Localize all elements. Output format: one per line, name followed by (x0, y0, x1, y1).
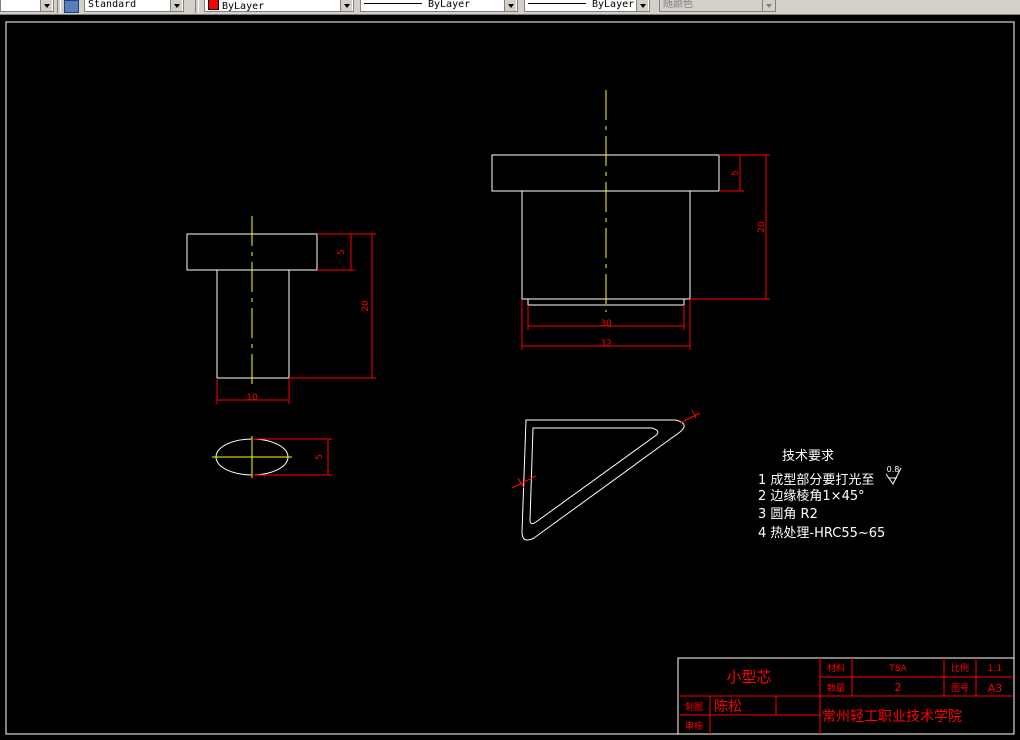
lineweight-dropdown[interactable]: ByLayer (524, 0, 650, 12)
color-value: ByLayer (222, 1, 265, 12)
drawing-canvas[interactable]: 5 20 10 5 5 20 30 32 技术要求 1 成型部分要打光至 0.8… (0, 15, 1020, 740)
small-shaft (216, 270, 290, 379)
drawing-border (5, 21, 1015, 735)
lineweight-value: ByLayer (592, 0, 635, 10)
tech-requirement-2: 2 边缘棱角1×45° (758, 488, 865, 504)
checked-label: 审核 (685, 720, 703, 732)
triangle-section-view (521, 419, 685, 541)
chevron-down-icon (340, 0, 352, 11)
properties-toolbar: Standard ByLayer ByLayer ByLayer 随颜色 (0, 0, 1020, 15)
color-dropdown[interactable]: ByLayer (204, 0, 354, 12)
dim-large-flange-thickness: 5 (731, 170, 741, 176)
quantity-value: 2 (895, 681, 902, 694)
lineweight-sample (528, 3, 586, 4)
chevron-down-icon (636, 0, 648, 11)
dim-small-total-height: 20 (361, 300, 371, 312)
triangle-chamfer-marks (511, 409, 701, 489)
drawn-label: 制图 (685, 701, 703, 713)
triangle-outer-outline (521, 419, 685, 541)
linetype-sample (364, 3, 422, 4)
plot-style-dropdown[interactable]: 随颜色 (659, 0, 776, 12)
dim-large-inner-width: 30 (600, 319, 612, 329)
plot-style-value: 随颜色 (663, 0, 693, 10)
dim-large-outer-width: 32 (600, 339, 611, 349)
tech-requirements-title: 技术要求 (782, 449, 834, 464)
chevron-down-icon (504, 0, 516, 11)
dim-small-flange-thickness: 5 (337, 249, 347, 255)
chevron-down-icon (170, 0, 182, 11)
roughness-value: 0.8 (887, 465, 900, 474)
triangle-inner-outline (529, 427, 659, 525)
scale-value: 1:1 (988, 664, 1002, 674)
sheet-value: A3 (988, 682, 1003, 695)
chevron-down-icon (40, 0, 52, 11)
text-style-value: Standard (88, 0, 137, 10)
chevron-down-icon (762, 0, 774, 11)
dim-large-total-height: 20 (757, 221, 767, 233)
material-label: 材料 (827, 662, 845, 674)
toolbar-separator (57, 0, 61, 13)
text-style-dropdown[interactable]: Standard (84, 0, 184, 12)
quantity-label: 数量 (827, 682, 845, 694)
previous-style-dropdown[interactable] (0, 0, 54, 12)
tech-requirement-1: 1 成型部分要打光至 (758, 473, 874, 488)
part-name: 小型芯 (726, 668, 771, 686)
dim-small-shaft-width: 10 (246, 393, 258, 403)
color-swatch-icon (208, 0, 219, 10)
large-core-dimensions (521, 154, 770, 350)
scale-label: 比例 (951, 662, 969, 674)
tech-requirement-3: 3 圆角 R2 (758, 507, 818, 522)
linetype-value: ByLayer (428, 0, 471, 10)
material-value: T8A (888, 664, 907, 674)
linetype-dropdown[interactable]: ByLayer (360, 0, 518, 12)
tech-requirement-4: 4 热处理-HRC55~65 (758, 526, 885, 541)
drawn-by: 陈松 (714, 698, 742, 715)
toolbar-separator (195, 0, 199, 13)
text-style-icon[interactable] (64, 0, 79, 13)
dim-ellipse-height: 5 (315, 454, 325, 460)
school-name: 常州轻工职业技术学院 (822, 709, 962, 725)
sheet-label: 图号 (951, 683, 969, 694)
